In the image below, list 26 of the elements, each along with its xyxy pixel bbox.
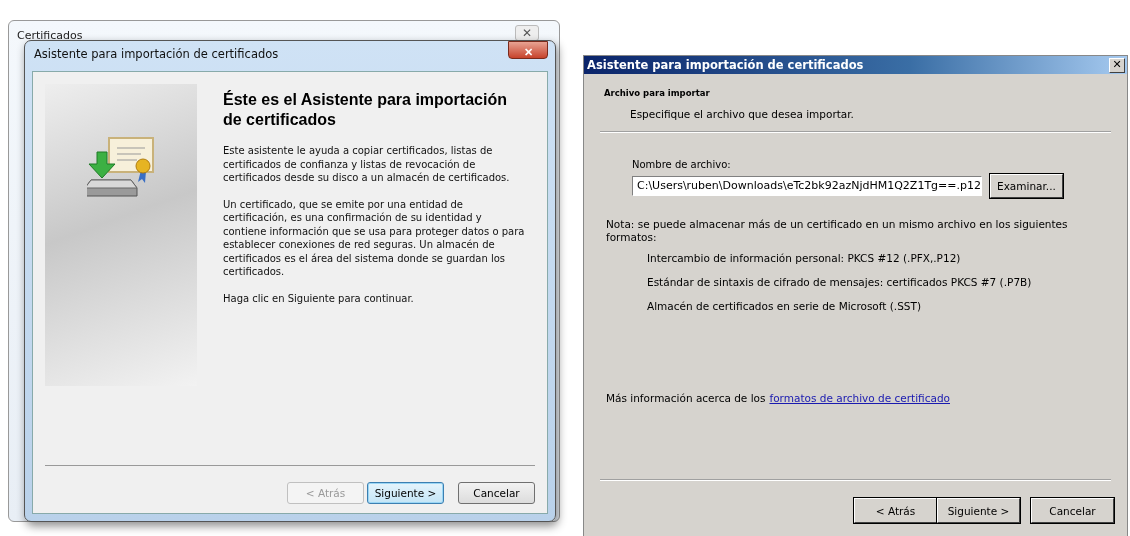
wizard-button[interactable]: Cancelar [458,482,535,504]
browse-button[interactable]: Examinar... [990,174,1063,198]
format-item: Almacén de certificados en serie de Microsoft (.SST) [647,300,923,312]
close-button[interactable]: ✕ [1109,57,1125,73]
wizard-button[interactable]: Siguiente > [367,482,444,504]
description-text: Haga clic en Siguiente para continuar. [223,291,415,305]
formats-link[interactable]: formatos de archivo de certificado [769,392,950,404]
format-item: Estándar de sintaxis de cifrado de mensajes: certificados PKCS #7 (.P7B) [647,276,1033,288]
window-title: Asistente para importación de certificados [34,47,279,61]
note-text: Nota: se puede almacenar más de un certificado en un mismo archivo en los siguientes formatos: [606,218,1069,244]
section-title: Archivo para importar [604,88,711,98]
info-text: Más información acerca de los [606,392,766,404]
window-title: Asistente para importación de certificados [587,58,864,72]
description-text: Este asistente le ayuda a copiar certificados, listas de certificados de confianza y listas de revocación de certificados desde su disco a un almacén de certificados. [223,144,511,185]
wizard-button[interactable]: Siguiente > [937,498,1020,523]
wizard-heading: Éste es el Asistente para importación de certificados [223,90,508,130]
file-name-field[interactable]: C:\Users\ruben\Downloads\eTc2bk92azNjdHM1Q2Z1Tg==.p12 [632,176,982,196]
window-title: Certificados [17,29,83,42]
wizard-button[interactable]: Cancelar [1031,498,1114,523]
field-label: Nombre de archivo: [632,159,732,170]
description-text: Un certificado, que se emite por una entidad de certificación, es una confirmación de su identidad y contiene información que se usa para proteger datos o para establecer conexiones de red seguras. Un almacén de certificados es el área del sistema donde se guardan los certificados. [223,197,526,279]
wizard-button[interactable]: < Atrás [854,498,937,523]
format-item: Intercambio de información personal: PKCS #12 (.PFX,.P12) [647,252,962,264]
close-button[interactable]: ✕ [508,41,548,59]
close-button[interactable]: ✕ [514,25,539,41]
section-subtitle: Especifique el archivo que desea importar. [630,108,855,120]
